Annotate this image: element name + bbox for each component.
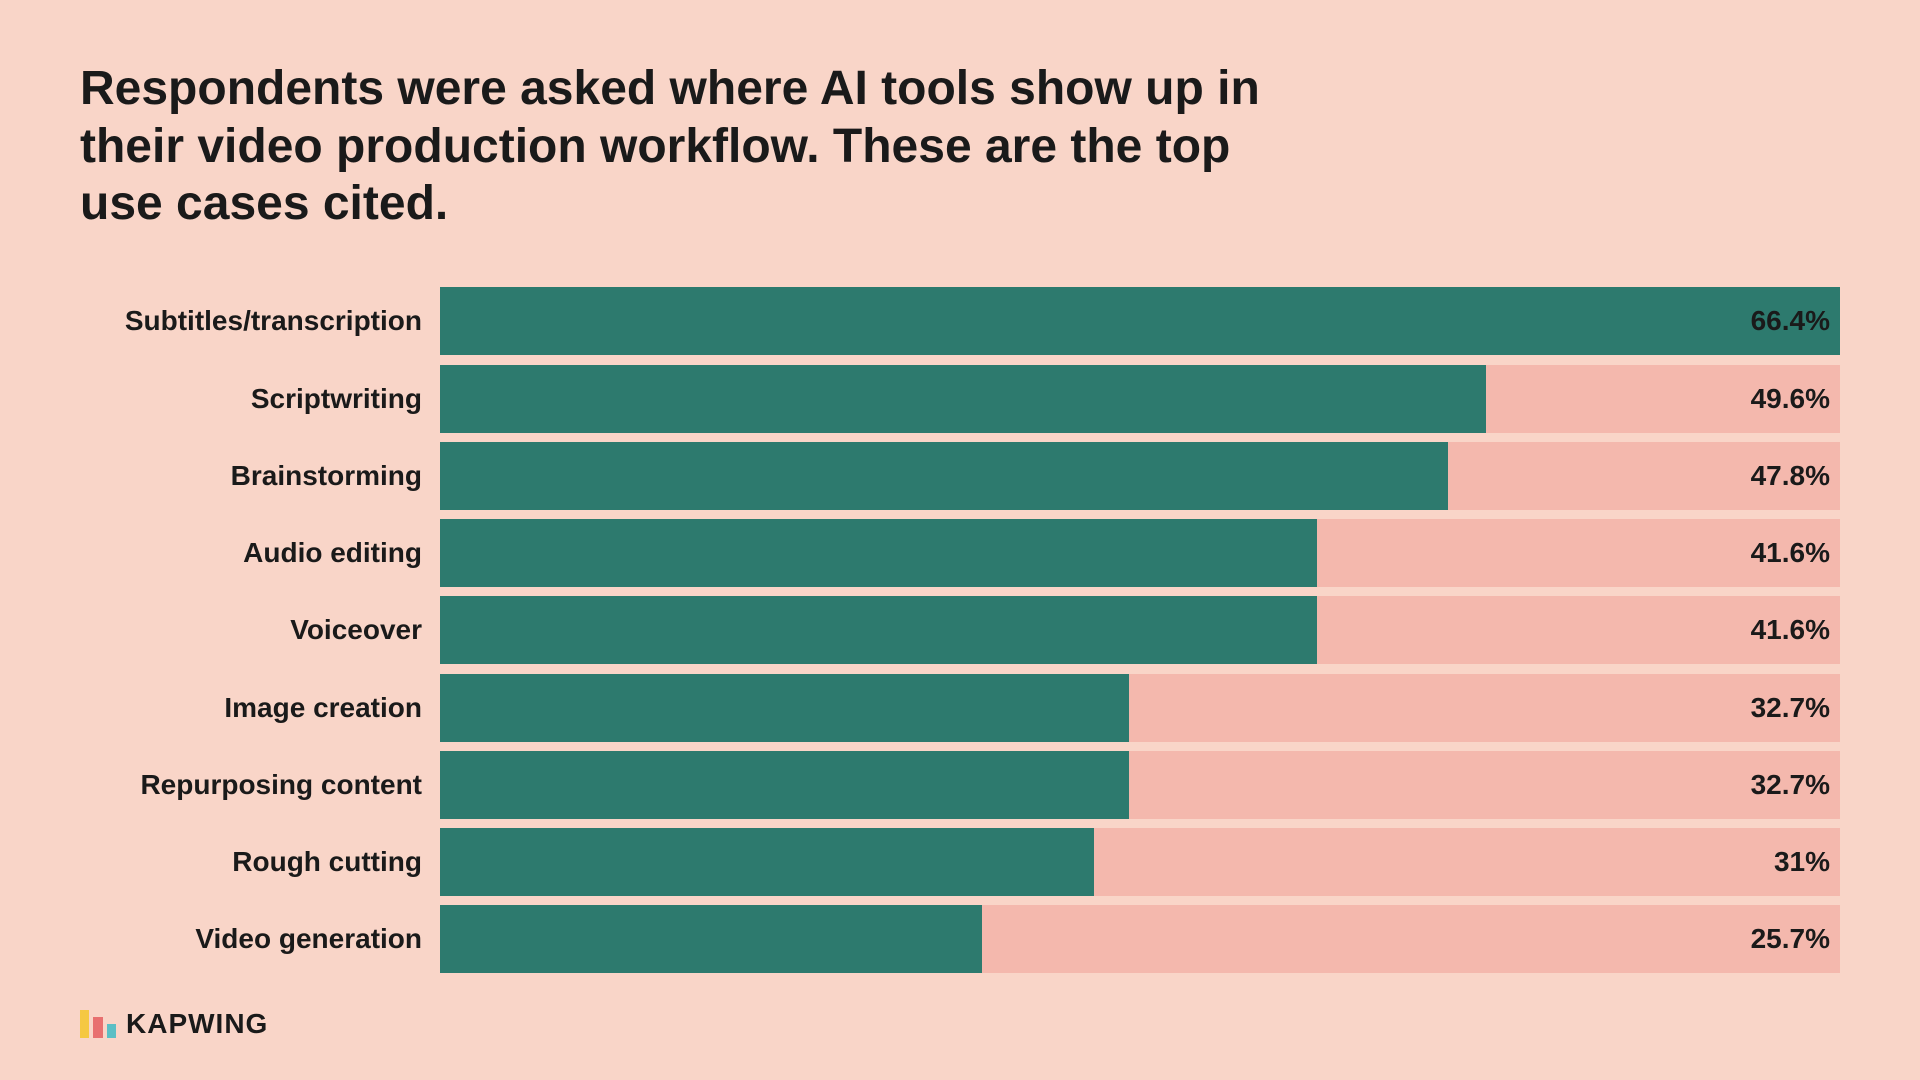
bar-value: 41.6% xyxy=(1751,614,1830,646)
bar-label: Voiceover xyxy=(80,614,440,646)
bar-track: 25.7% xyxy=(440,905,1840,973)
footer: KAPWING xyxy=(80,1008,1840,1040)
bar-fill xyxy=(440,674,1129,742)
bar-row: Rough cutting 31% xyxy=(80,828,1840,896)
logo-icon xyxy=(80,1010,116,1038)
bar-row: Voiceover 41.6% xyxy=(80,596,1840,664)
bar-value: 32.7% xyxy=(1751,769,1830,801)
bar-label: Repurposing content xyxy=(80,769,440,801)
bar-track: 66.4% xyxy=(440,287,1840,355)
bar-track: 31% xyxy=(440,828,1840,896)
bar-label: Image creation xyxy=(80,692,440,724)
bar-track: 41.6% xyxy=(440,519,1840,587)
bar-fill xyxy=(440,287,1840,355)
bar-value: 49.6% xyxy=(1751,383,1830,415)
bar-fill xyxy=(440,442,1448,510)
bar-row: Brainstorming 47.8% xyxy=(80,442,1840,510)
bar-value: 47.8% xyxy=(1751,460,1830,492)
bar-label: Scriptwriting xyxy=(80,383,440,415)
bar-label: Video generation xyxy=(80,923,440,955)
bar-label: Brainstorming xyxy=(80,460,440,492)
bar-track: 47.8% xyxy=(440,442,1840,510)
bar-value: 25.7% xyxy=(1751,923,1830,955)
logo-bar-red xyxy=(93,1017,102,1038)
bar-fill xyxy=(440,596,1317,664)
bar-row: Repurposing content 32.7% xyxy=(80,751,1840,819)
logo-bar-teal xyxy=(107,1024,116,1038)
bar-value: 66.4% xyxy=(1751,305,1830,337)
bar-value: 31% xyxy=(1774,846,1830,878)
bar-row: Image creation 32.7% xyxy=(80,674,1840,742)
bar-row: Scriptwriting 49.6% xyxy=(80,365,1840,433)
bar-track: 41.6% xyxy=(440,596,1840,664)
bar-track: 32.7% xyxy=(440,674,1840,742)
bar-value: 32.7% xyxy=(1751,692,1830,724)
bar-fill xyxy=(440,365,1486,433)
bar-value: 41.6% xyxy=(1751,537,1830,569)
bar-fill xyxy=(440,905,982,973)
bar-row: Subtitles/transcription 66.4% xyxy=(80,287,1840,355)
bar-fill xyxy=(440,828,1094,896)
bar-label: Subtitles/transcription xyxy=(80,305,440,337)
bar-fill xyxy=(440,519,1317,587)
logo-bar-yellow xyxy=(80,1010,89,1038)
bar-chart: Subtitles/transcription 66.4% Scriptwritin… xyxy=(80,283,1840,978)
bar-track: 32.7% xyxy=(440,751,1840,819)
bar-label: Rough cutting xyxy=(80,846,440,878)
logo-text: KAPWING xyxy=(126,1008,268,1040)
bar-fill xyxy=(440,751,1129,819)
bar-row: Audio editing 41.6% xyxy=(80,519,1840,587)
chart-title: Respondents were asked where AI tools sh… xyxy=(80,60,1280,233)
bar-label: Audio editing xyxy=(80,537,440,569)
bar-row: Video generation 25.7% xyxy=(80,905,1840,973)
bar-track: 49.6% xyxy=(440,365,1840,433)
